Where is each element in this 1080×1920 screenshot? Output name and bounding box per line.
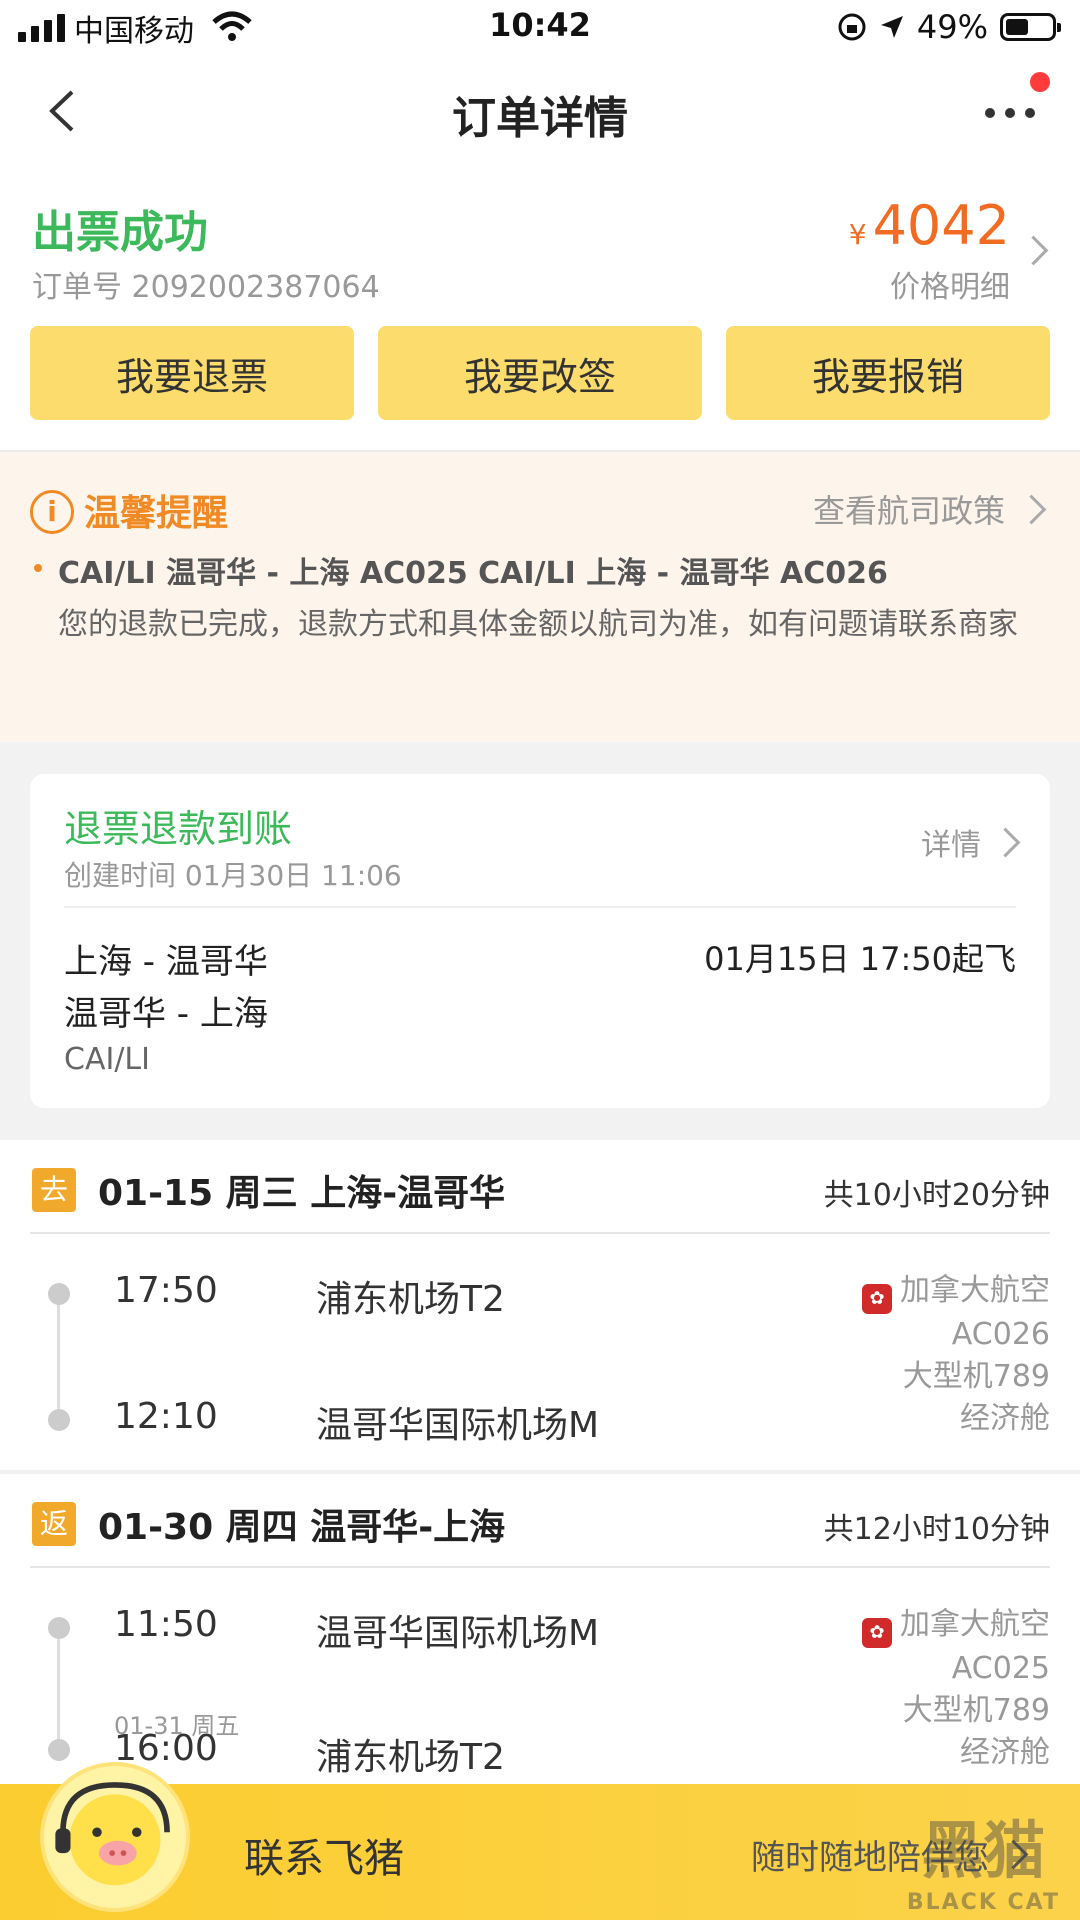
departure-time: 17:50 — [114, 1270, 218, 1311]
divider — [30, 1566, 1050, 1568]
segment-duration: 共10小时20分钟 — [823, 1178, 1050, 1213]
reimburse-button[interactable]: 我要报销 — [726, 326, 1050, 420]
timeline-dot — [48, 1283, 70, 1305]
battery-icon — [1000, 13, 1061, 41]
maple-leaf-icon: ✿ — [862, 1284, 892, 1314]
order-summary: 出票成功 订单号 2092002387064 ¥ 4042 价格明细 我要退票 … — [0, 166, 1080, 452]
departure-airport: 温哥华国际机场M — [316, 1613, 600, 1654]
notice-message: 您的退款已完成，退款方式和具体金额以航司为准，如有问题请联系商家 — [58, 607, 1018, 642]
location-icon — [880, 16, 903, 38]
airline-policy-link[interactable]: 查看航司政策 — [812, 486, 1047, 532]
action-buttons: 我要退票 我要改签 我要报销 — [30, 326, 1050, 420]
watermark-en: BLACK CAT — [906, 1890, 1060, 1915]
status-bar: 中国移动 10:42 49% — [0, 0, 1080, 56]
arrival-time: 12:10 — [114, 1396, 218, 1437]
airline-name: 加拿大航空 — [900, 1607, 1050, 1642]
refund-route-outbound: 上海 - 温哥华 — [64, 942, 268, 982]
arrival-airport: 浦东机场T2 — [316, 1737, 505, 1778]
currency-symbol: ¥ — [848, 218, 867, 251]
aircraft-type: 大型机789 — [902, 1359, 1050, 1394]
pig-mascot-icon — [40, 1762, 190, 1912]
price[interactable]: ¥ 4042 — [849, 194, 1010, 257]
aircraft-type: 大型机789 — [902, 1693, 1050, 1728]
segment-header: 01-15 周三 上海-温哥华 — [98, 1173, 506, 1214]
price-amount: 4042 — [872, 194, 1010, 257]
notification-dot — [1030, 72, 1050, 92]
divider — [30, 1232, 1050, 1234]
cabin-class: 经济舱 — [960, 1401, 1050, 1436]
refund-detail-link[interactable]: 详情 — [921, 820, 1021, 864]
rotation-lock-icon — [838, 13, 866, 41]
info-icon: i — [30, 490, 74, 534]
change-button[interactable]: 我要改签 — [378, 326, 702, 420]
watermark-logo: 黑猫 BLACK CAT — [907, 1800, 1060, 1915]
notice-flights: CAI/LI 温哥华 - 上海 AC025 CAI/LI 上海 - 温哥华 AC… — [58, 556, 888, 591]
order-number: 订单号 2092002387064 — [32, 270, 380, 305]
policy-link-label: 查看航司政策 — [812, 492, 1005, 530]
refund-route-return: 温哥华 - 上海 — [64, 994, 268, 1034]
refund-created-time: 创建时间 01月30日 11:06 — [64, 859, 402, 892]
nav-bar: 订单详情 — [0, 56, 1080, 166]
timeline-line — [57, 1294, 60, 1420]
departure-airport: 浦东机场T2 — [316, 1279, 505, 1320]
refund-departure: 01月15日 17:50起飞 — [704, 940, 1016, 978]
airline-info: ✿ 加拿大航空 AC026 大型机789 经济舱 — [862, 1270, 1050, 1440]
refund-title: 退票退款到账 — [64, 807, 293, 851]
airline-name: 加拿大航空 — [900, 1273, 1050, 1308]
departure-time: 11:50 — [114, 1604, 218, 1645]
refund-card[interactable]: 退票退款到账 创建时间 01月30日 11:06 详情 上海 - 温哥华 温哥华… — [30, 774, 1050, 1108]
watermark-cn: 黑猫 — [921, 1814, 1046, 1887]
segment-duration: 共12小时10分钟 — [823, 1512, 1050, 1547]
chevron-right-icon — [990, 827, 1021, 857]
battery-percent: 49% — [916, 8, 988, 46]
notice-panel: i 温馨提醒 查看航司政策 CAI/LI 温哥华 - 上海 AC025 CAI/… — [0, 452, 1080, 742]
bullet — [34, 564, 42, 572]
divider — [64, 906, 1016, 908]
more-icon[interactable] — [980, 98, 1040, 128]
airline-info: ✿ 加拿大航空 AC025 大型机789 经济舱 — [862, 1604, 1050, 1774]
notice-title: 温馨提醒 — [84, 493, 229, 534]
flight-number: AC026 — [951, 1317, 1050, 1352]
chevron-right-icon[interactable] — [1018, 235, 1049, 266]
outbound-tag: 去 — [32, 1168, 76, 1212]
status-right: 49% — [837, 8, 1061, 46]
refund-button[interactable]: 我要退票 — [30, 326, 354, 420]
ticket-status: 出票成功 — [32, 207, 208, 258]
flight-segment-outbound[interactable]: 去 01-15 周三 上海-温哥华 共10小时20分钟 17:50 浦东机场T2… — [0, 1140, 1080, 1470]
timeline-dot — [48, 1409, 70, 1431]
return-tag: 返 — [32, 1502, 76, 1546]
cabin-class: 经济舱 — [960, 1735, 1050, 1770]
refund-passenger: CAI/LI — [64, 1042, 150, 1077]
maple-leaf-icon: ✿ — [862, 1618, 892, 1648]
arrival-airport: 温哥华国际机场M — [316, 1405, 600, 1446]
chevron-right-icon — [1016, 494, 1047, 524]
timeline-line — [57, 1628, 60, 1750]
flight-segment-return[interactable]: 返 01-30 周四 温哥华-上海 共12小时10分钟 11:50 温哥华国际机… — [0, 1474, 1080, 1784]
page-title: 订单详情 — [452, 93, 628, 144]
flight-number: AC025 — [951, 1651, 1050, 1686]
segment-header: 01-30 周四 温哥华-上海 — [98, 1507, 506, 1548]
price-detail-link[interactable]: 价格明细 — [890, 262, 1010, 306]
contact-label: 联系飞猪 — [244, 1836, 404, 1882]
detail-label: 详情 — [921, 828, 981, 863]
timeline-dot — [48, 1617, 70, 1639]
timeline-dot — [48, 1739, 70, 1761]
